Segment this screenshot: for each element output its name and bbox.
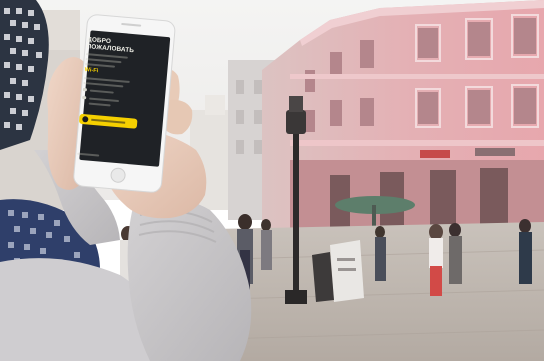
faint-text-line <box>89 97 120 103</box>
photo-frame: ДОБРО ПОЖАЛОВАТЬ Wi-Fi <box>0 0 544 361</box>
login-button[interactable] <box>78 113 138 129</box>
faint-text-line <box>77 152 100 157</box>
alert-icon <box>82 116 89 123</box>
faint-text-line <box>85 58 122 64</box>
welcome-title: ДОБРО ПОЖАЛОВАТЬ <box>86 36 135 55</box>
street-scene <box>0 0 544 361</box>
sweater-sleeve <box>127 196 252 361</box>
phone-screen: ДОБРО ПОЖАЛОВАТЬ Wi-Fi <box>75 31 166 165</box>
info-icon <box>82 95 87 100</box>
street-lamp-post <box>293 115 299 300</box>
button-label-bar <box>91 118 126 124</box>
wifi-icon <box>82 87 88 92</box>
faint-text-line <box>83 81 124 88</box>
faint-text-line <box>88 102 111 107</box>
faint-text-line <box>89 89 114 94</box>
wifi-label: Wi-Fi <box>84 67 99 75</box>
